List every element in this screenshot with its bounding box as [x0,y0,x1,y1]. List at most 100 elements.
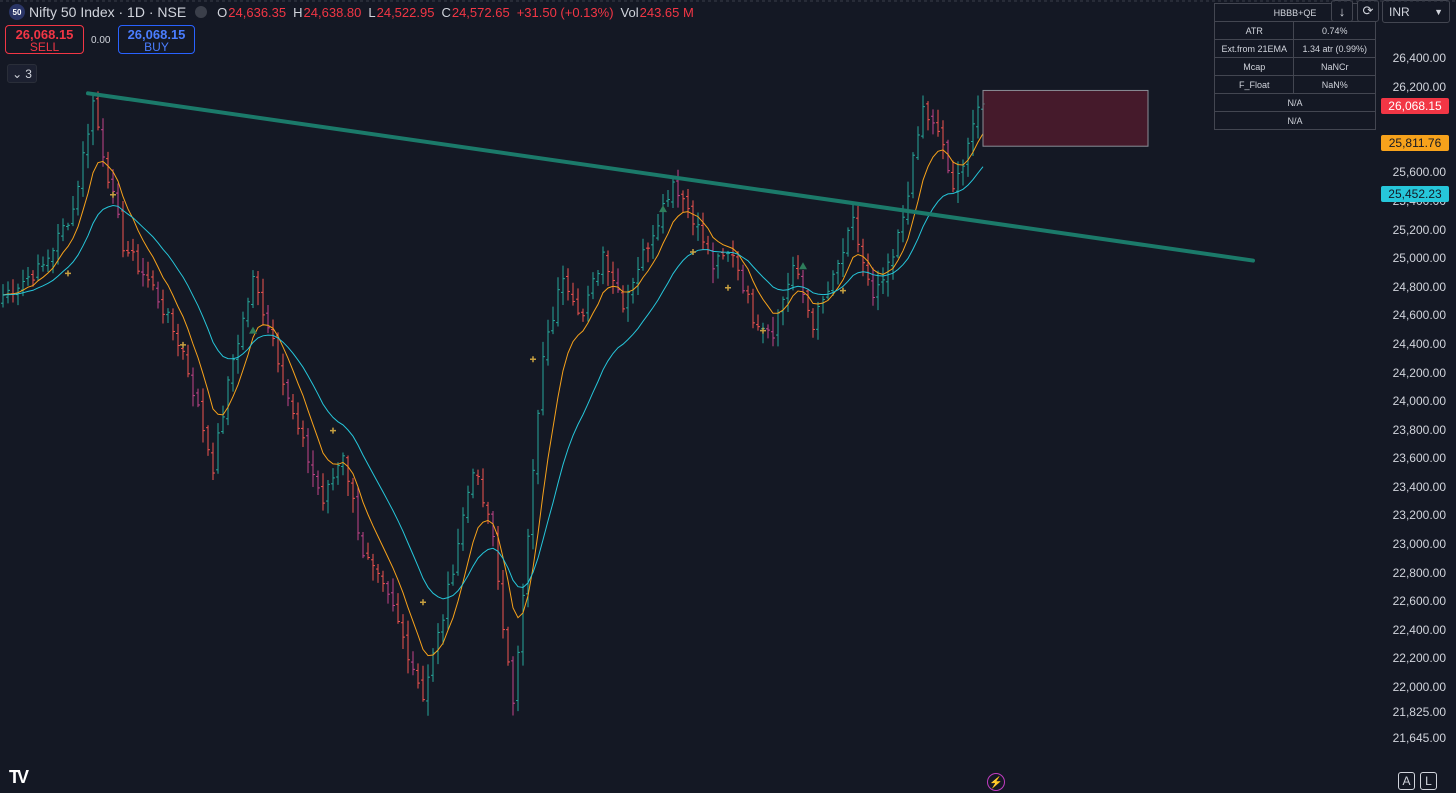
candle [426,664,430,716]
candle [931,109,935,135]
candle [181,346,185,360]
candle [546,319,550,366]
candle [556,277,560,327]
candle [826,281,830,300]
candle [596,269,600,286]
candle [1,284,5,308]
candle [146,261,150,288]
candle [201,388,205,443]
candle [131,238,135,261]
candle [421,665,425,702]
candle [296,402,300,435]
signal-plus-icon [330,427,336,434]
candle [301,420,305,448]
candle [126,240,130,257]
tradingview-logo[interactable]: TV [9,767,29,788]
candle [926,101,930,131]
candle [561,265,565,305]
candle [746,285,750,304]
candle [221,405,225,434]
candle [606,250,610,286]
candle [81,141,85,197]
candle [856,205,860,253]
candle [136,244,140,275]
candle [661,193,665,234]
candle [646,242,650,263]
candle [551,306,555,335]
candle [756,314,760,331]
candle [681,190,685,212]
candle [66,222,70,231]
candle [366,542,370,560]
candle [231,354,235,392]
candle [936,109,940,137]
candle [836,259,840,285]
candle [741,264,745,294]
candle [906,181,910,225]
candle [566,268,570,301]
candle [641,238,645,271]
signal-plus-icon [530,356,536,363]
candle [706,235,710,255]
candle [791,256,795,291]
candle [311,450,315,487]
candle [751,288,755,329]
candle [171,308,175,341]
candle [416,663,420,689]
candle [386,581,390,604]
candle [501,569,505,639]
candle [846,227,850,257]
candle [891,248,895,280]
candle [206,425,210,456]
candle [166,308,170,323]
candle [26,267,30,286]
candle [471,468,475,499]
candle [771,316,775,347]
candle [256,270,260,306]
target-zone-rect[interactable] [982,89,1149,147]
log-scale-button[interactable]: L [1420,772,1437,790]
candle [851,203,855,241]
signal-triangle-icon [659,205,667,213]
candle [451,564,455,586]
candle [821,296,825,314]
candle [591,272,595,300]
candle [271,319,275,347]
candles [1,91,985,716]
signal-triangle-icon [249,326,257,334]
candle [916,126,920,160]
candle [511,656,515,716]
price-chart[interactable] [0,0,1456,793]
candle [571,282,575,306]
candle [651,224,655,259]
lightning-icon[interactable]: ⚡ [987,773,1005,791]
candle [976,95,980,139]
candle [41,256,45,272]
candle [156,281,160,309]
candle [96,91,100,131]
candle [476,469,480,486]
candle [876,270,880,311]
candle [191,367,195,407]
candle [811,308,815,338]
candle [316,470,320,496]
candle [656,214,660,241]
auto-scale-button[interactable]: A [1398,772,1415,790]
candle [371,553,375,581]
candle [796,255,800,280]
candle [11,279,15,303]
candle [116,183,120,219]
candle [531,459,535,550]
candle [36,254,40,281]
candle [161,289,165,324]
candle [881,267,885,295]
candle [461,507,465,551]
candle [261,278,265,326]
candle [411,651,415,676]
candle [91,93,95,146]
candle [446,571,450,631]
signal-plus-icon [840,287,846,294]
candle [46,249,50,272]
candle [581,308,585,322]
candle [246,297,250,328]
